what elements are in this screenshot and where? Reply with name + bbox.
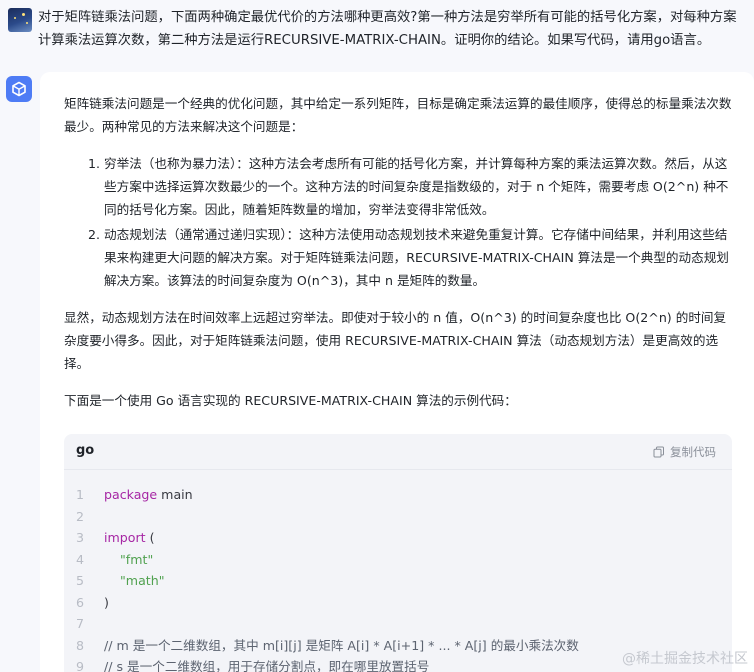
user-message: 对于矩阵链乘法问题，下面两种确定最优代价的方法哪种更高效?第一种方法是穷举所有可… <box>0 0 754 70</box>
answer-intro: 矩阵链乘法问题是一个经典的优化问题，其中给定一系列矩阵，目标是确定乘法运算的最佳… <box>64 96 732 134</box>
code-line: 7 <box>64 613 732 635</box>
code-intro: 下面是一个使用 Go 语言实现的 RECURSIVE-MATRIX-CHAIN … <box>64 393 517 408</box>
code-line: 1 package main <box>64 484 732 506</box>
code-header: go 复制代码 <box>64 434 732 470</box>
line-number: 8 <box>76 637 85 653</box>
line-number: 6 <box>76 594 85 610</box>
code-line: 2 <box>64 506 732 528</box>
line-number: 4 <box>76 551 85 567</box>
copy-code-button[interactable]: 复制代码 <box>653 444 716 460</box>
code-line: 5 "math" <box>64 570 732 592</box>
line-number: 1 <box>76 487 85 502</box>
code-token: main <box>157 487 193 502</box>
line-number: 2 <box>76 508 85 524</box>
code-token: ) <box>104 594 109 610</box>
list-item: 动态规划法（通常通过递归实现）：这种方法使用动态规划技术来避免重复计算。它存储中… <box>104 223 734 292</box>
assistant-avatar <box>6 76 32 102</box>
code-token: ( <box>145 530 155 545</box>
line-number: 9 <box>76 659 85 672</box>
code-token: import <box>104 530 146 545</box>
question-text: 对于矩阵链乘法问题，下面两种确定最优代价的方法哪种更高效?第一种方法是穷举所有可… <box>38 10 737 48</box>
code-token: package <box>104 487 158 502</box>
line-number: 3 <box>76 530 85 545</box>
code-line: 6) <box>64 592 732 614</box>
method-list: 穷举法（也称为暴力法）：这种方法会考虑所有可能的括号化方案，并计算每种方案的乘法… <box>64 152 734 292</box>
code-line: 4 "fmt" <box>64 549 732 571</box>
code-token: "math" <box>120 573 165 588</box>
line-number: 7 <box>76 616 85 631</box>
assistant-answer-card: 矩阵链乘法问题是一个经典的优化问题，其中给定一系列矩阵，目标是确定乘法运算的最佳… <box>40 72 754 672</box>
copy-code-label: 复制代码 <box>670 445 716 459</box>
code-language-label: go <box>76 443 95 458</box>
code-token: // m 是一个二维数组，其中 m[i][j] 是矩阵 A[i] * A[i+1… <box>104 637 579 653</box>
list-item: 穷举法（也称为暴力法）：这种方法会考虑所有可能的括号化方案，并计算每种方案的乘法… <box>104 152 734 221</box>
answer-conclusion: 显然，动态规划方法在时间效率上远超过穷举法。即使对于较小的 n 值，O(n^3)… <box>64 310 727 371</box>
line-number: 5 <box>76 573 85 588</box>
copy-icon <box>653 446 664 458</box>
cube-icon <box>12 81 26 97</box>
code-token: "fmt" <box>120 551 154 567</box>
code-body: 1 package main 2 3 import (4 "fmt" 5 "math" 6)… <box>64 470 732 672</box>
code-token: // s 是一个二维数组，用于存储分割点，即在哪里放置括号 <box>104 659 430 672</box>
watermark: @稀土掘金技术社区 <box>622 651 748 667</box>
user-avatar <box>8 8 32 32</box>
code-line: 3 import ( <box>64 527 732 549</box>
code-block: go 复制代码 1 package main 2 3 import (4 "fmt" 5 … <box>64 434 732 672</box>
